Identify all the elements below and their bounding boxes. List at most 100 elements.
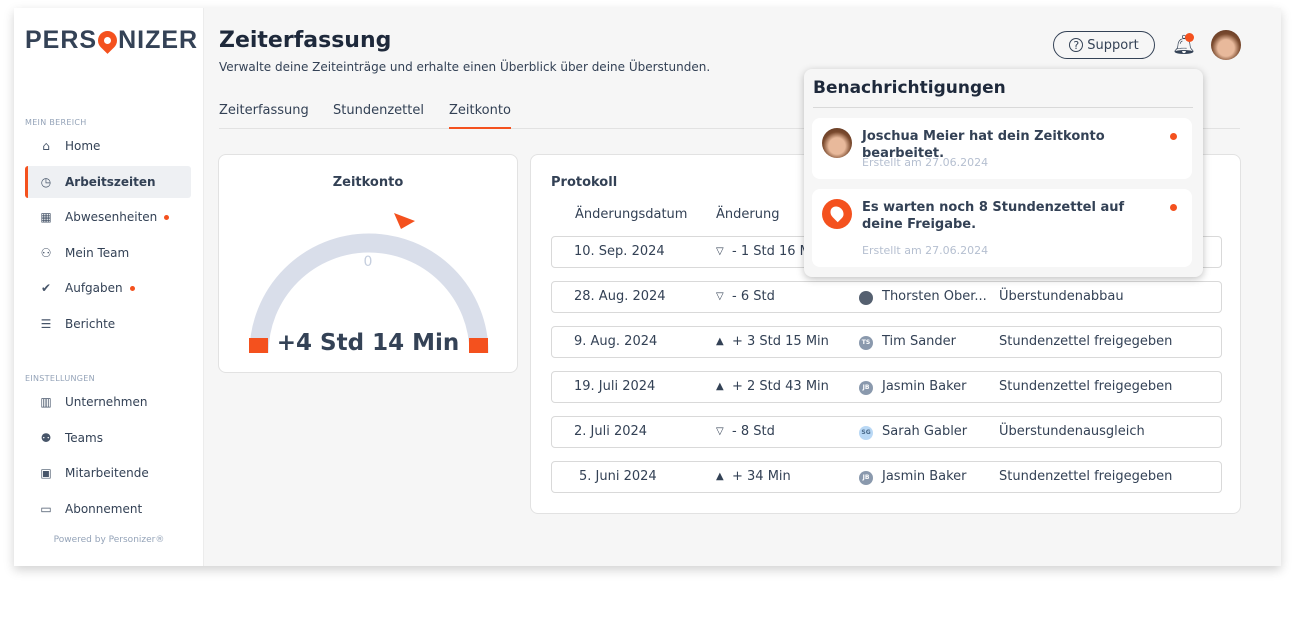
gauge-needle-icon xyxy=(394,213,415,229)
help-icon: ? xyxy=(1069,38,1084,52)
sidebar-item-abonnement[interactable]: ▭ Abonnement xyxy=(25,493,191,525)
building-icon: ▥ xyxy=(40,395,52,409)
row-change: - 8 Std xyxy=(732,424,775,439)
users-icon: ⚇ xyxy=(40,246,52,260)
label: Unternehmen xyxy=(65,395,148,409)
row-date: 5. Juni 2024 xyxy=(579,469,657,484)
page-title: Zeiterfassung xyxy=(219,28,392,53)
gauge-zero-label: 0 xyxy=(363,254,373,270)
label: Mein Team xyxy=(65,246,130,260)
sidebar-item-abwesenheiten[interactable]: ▦ Abwesenheiten xyxy=(25,201,191,233)
logo-pin-icon xyxy=(94,27,122,54)
row-date: 28. Aug. 2024 xyxy=(574,289,666,304)
label: Aufgaben xyxy=(65,281,123,295)
id-card-icon: ▣ xyxy=(40,466,52,480)
triangle-up-icon: ▲ xyxy=(716,381,724,392)
triangle-up-icon: ▲ xyxy=(716,471,724,482)
row-date: 10. Sep. 2024 xyxy=(574,244,665,259)
triangle-down-icon: ▽ xyxy=(716,291,724,302)
page-subtitle: Verwalte deine Zeiteinträge und erhalte … xyxy=(219,60,711,74)
label: Home xyxy=(65,139,101,153)
triangle-down-icon: ▽ xyxy=(716,246,724,257)
notifications-bell[interactable]: 🔔︎ xyxy=(1172,33,1196,56)
row-change: + 34 Min xyxy=(732,469,791,484)
label: Arbeitszeiten xyxy=(65,175,156,189)
row-user: Sarah Gabler xyxy=(882,424,968,439)
support-button[interactable]: ? Support xyxy=(1053,31,1155,59)
row-date: 2. Juli 2024 xyxy=(574,424,648,439)
zeitkonto-value: +4 Std 14 Min xyxy=(276,330,460,356)
sidebar-item-mein-team[interactable]: ⚇ Mein Team xyxy=(25,237,191,269)
sidebar-item-berichte[interactable]: ☰ Berichte xyxy=(25,308,191,340)
card-title: Protokoll xyxy=(551,175,618,190)
row-description: Stundenzettel freigegeben xyxy=(999,379,1173,394)
notification-date: Erstellt am 27.06.2024 xyxy=(862,244,989,257)
table-row[interactable]: 19. Juli 2024 ▲ + 2 Std 43 Min JB Jasmin… xyxy=(551,371,1222,403)
personizer-pin-icon xyxy=(822,199,852,229)
sidebar-item-unternehmen[interactable]: ▥ Unternehmen xyxy=(25,386,191,418)
sidebar-item-aufgaben[interactable]: ✔ Aufgaben xyxy=(25,272,191,304)
logo[interactable]: PERS NIZER xyxy=(25,26,198,55)
user-avatar: SG xyxy=(859,426,873,440)
triangle-down-icon: ▽ xyxy=(716,426,724,437)
table-row[interactable]: 9. Aug. 2024 ▲ + 3 Std 15 Min TS Tim San… xyxy=(551,326,1222,358)
table-row[interactable]: 2. Juli 2024 ▽ - 8 Std SG Sarah Gabler Ü… xyxy=(551,416,1222,448)
row-description: Überstundenausgleich xyxy=(999,424,1145,439)
label: Teams xyxy=(65,431,103,445)
user-avatar xyxy=(859,291,873,305)
user-avatar[interactable] xyxy=(1211,30,1241,60)
notification-date: Erstellt am 27.06.2024 xyxy=(862,156,989,169)
notification-item[interactable]: Joschua Meier hat dein Zeitkonto bearbei… xyxy=(812,118,1192,179)
table-row[interactable]: 5. Juni 2024 ▲ + 34 Min JB Jasmin Baker … xyxy=(551,461,1222,493)
home-icon: ⌂ xyxy=(42,139,50,153)
zeitkonto-card: Zeitkonto 0 +4 Std 14 Min xyxy=(218,154,518,373)
notifications-popover: Benachrichtigungen Joschua Meier hat dei… xyxy=(804,69,1203,277)
check-icon: ✔ xyxy=(40,281,52,295)
unread-dot xyxy=(1185,33,1194,42)
sidebar-item-arbeitszeiten[interactable]: ◷ Arbeitszeiten xyxy=(25,166,191,198)
user-avatar: JB xyxy=(859,381,873,395)
calendar-icon: ▦ xyxy=(40,210,52,224)
notification-item[interactable]: Es warten noch 8 Stundenzettel auf deine… xyxy=(812,189,1192,267)
clock-icon: ◷ xyxy=(40,175,52,189)
row-description: Stundenzettel freigegeben xyxy=(999,334,1173,349)
badge-dot xyxy=(164,214,170,220)
sidebar-item-teams[interactable]: ⚉ Teams xyxy=(25,422,191,454)
unread-dot xyxy=(1170,133,1177,140)
row-user: Thorsten Ober... xyxy=(882,289,987,304)
sidebar: PERS NIZER MEIN BEREICH ⌂ Home ◷ Arbeitszei… xyxy=(14,8,204,566)
row-user: Jasmin Baker xyxy=(882,469,967,484)
tab-stundenzettel[interactable]: Stundenzettel xyxy=(333,103,424,129)
badge-dot xyxy=(129,285,135,291)
powered-by: Powered by Personizer® xyxy=(53,535,165,545)
table-row[interactable]: 28. Aug. 2024 ▽ - 6 Std Thorsten Ober...… xyxy=(551,281,1222,313)
row-change: + 3 Std 15 Min xyxy=(732,334,829,349)
label: Abonnement xyxy=(65,502,143,516)
row-change: - 6 Std xyxy=(732,289,775,304)
divider xyxy=(813,107,1193,108)
row-change: + 2 Std 43 Min xyxy=(732,379,829,394)
label: Berichte xyxy=(65,317,116,331)
section-label: EINSTELLUNGEN xyxy=(25,374,95,383)
tab-zeitkonto[interactable]: Zeitkonto xyxy=(449,103,511,129)
tab-zeiterfassung[interactable]: Zeiterfassung xyxy=(219,103,309,129)
row-description: Stundenzettel freigegeben xyxy=(999,469,1173,484)
row-description: Überstundenabbau xyxy=(999,289,1124,304)
row-user: Jasmin Baker xyxy=(882,379,967,394)
section-label: MEIN BEREICH xyxy=(25,118,87,127)
triangle-up-icon: ▲ xyxy=(716,336,724,347)
notification-text: Es warten noch 8 Stundenzettel auf deine… xyxy=(862,200,1125,232)
popover-title: Benachrichtigungen xyxy=(813,78,1006,98)
unread-dot xyxy=(1170,204,1177,211)
col-header-change: Änderung xyxy=(716,207,780,222)
credit-card-icon: ▭ xyxy=(40,502,52,516)
sidebar-item-home[interactable]: ⌂ Home xyxy=(25,130,191,162)
row-date: 9. Aug. 2024 xyxy=(574,334,658,349)
label: Support xyxy=(1087,37,1139,53)
user-avatar: TS xyxy=(859,336,873,350)
sidebar-item-mitarbeitende[interactable]: ▣ Mitarbeitende xyxy=(25,457,191,489)
avatar xyxy=(822,128,852,158)
list-icon: ☰ xyxy=(40,317,52,331)
label: Abwesenheiten xyxy=(65,210,158,224)
app-window: PERS NIZER MEIN BEREICH ⌂ Home ◷ Arbeitszei… xyxy=(14,8,1281,566)
